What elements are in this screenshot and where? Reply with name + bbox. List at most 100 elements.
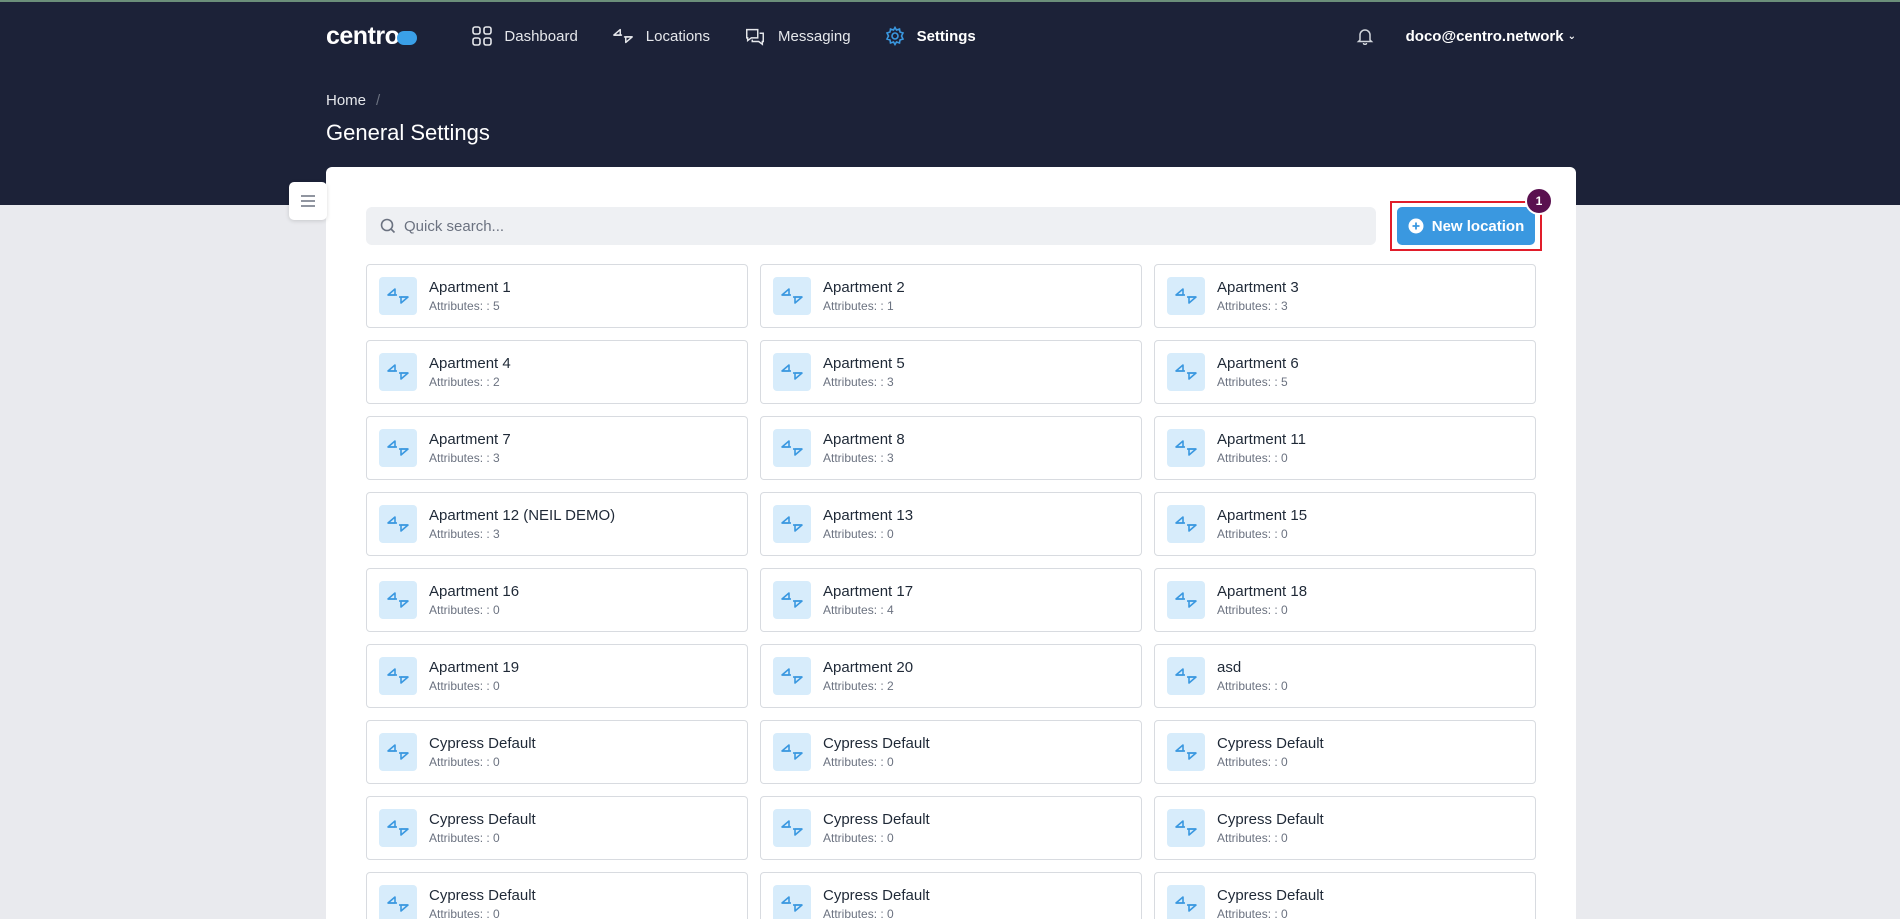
location-card[interactable]: Apartment 12 (NEIL DEMO) Attributes: : 3 [366,492,748,556]
location-name: Apartment 12 (NEIL DEMO) [429,507,616,524]
arrows-icon [387,896,409,912]
location-card[interactable]: Apartment 4 Attributes: : 2 [366,340,748,404]
location-attributes: Attributes: : 2 [429,375,500,389]
breadcrumb-separator: / [376,92,381,109]
arrows-icon [781,288,803,304]
location-name: Apartment 3 [1217,279,1299,296]
new-location-button[interactable]: New location [1397,207,1535,245]
sidebar-toggle-button[interactable] [289,182,327,220]
location-icon-box [773,581,811,619]
location-text: Apartment 2 Attributes: : 1 [823,279,905,313]
location-card[interactable]: Apartment 11 Attributes: : 0 [1154,416,1536,480]
location-card[interactable]: Apartment 3 Attributes: : 3 [1154,264,1536,328]
arrows-icon [387,668,409,684]
logo[interactable]: centro [326,22,418,51]
location-icon-box [379,657,417,695]
arrows-icon [1175,592,1197,608]
location-card[interactable]: asd Attributes: : 0 [1154,644,1536,708]
arrows-icon [387,440,409,456]
location-text: Apartment 18 Attributes: : 0 [1217,583,1307,617]
location-card[interactable]: Cypress Default Attributes: : 0 [366,796,748,860]
location-card[interactable]: Cypress Default Attributes: : 0 [760,796,1142,860]
nav-right: doco@centro.network ⌄ [1356,27,1576,45]
locations-panel: New location 1 Apartment 1 Attributes: :… [326,167,1576,919]
location-card[interactable]: Cypress Default Attributes: : 0 [366,872,748,919]
user-menu[interactable]: doco@centro.network ⌄ [1406,28,1576,45]
location-icon-box [773,809,811,847]
location-text: Apartment 1 Attributes: : 5 [429,279,511,313]
location-text: Apartment 11 Attributes: : 0 [1217,431,1306,465]
location-card[interactable]: Apartment 2 Attributes: : 1 [760,264,1142,328]
location-icon-box [1167,429,1205,467]
location-name: Apartment 19 [429,659,520,676]
location-text: Apartment 7 Attributes: : 3 [429,431,511,465]
location-card[interactable]: Apartment 17 Attributes: : 4 [760,568,1142,632]
location-name: Apartment 7 [429,431,511,448]
location-attributes: Attributes: : 3 [429,451,500,465]
location-attributes: Attributes: : 5 [1217,375,1288,389]
location-card[interactable]: Apartment 15 Attributes: : 0 [1154,492,1536,556]
locations-grid: Apartment 1 Attributes: : 5 Apartment 2 … [366,264,1536,919]
location-card[interactable]: Cypress Default Attributes: : 0 [1154,720,1536,784]
location-attributes: Attributes: : 5 [429,299,500,313]
location-card[interactable]: Apartment 6 Attributes: : 5 [1154,340,1536,404]
nav-label-messaging: Messaging [778,27,851,45]
location-name: Cypress Default [1217,887,1324,904]
location-text: Cypress Default Attributes: : 0 [429,887,536,919]
location-card[interactable]: Cypress Default Attributes: : 0 [760,720,1142,784]
notifications-bell-icon[interactable] [1356,27,1374,45]
location-card[interactable]: Cypress Default Attributes: : 0 [366,720,748,784]
location-attributes: Attributes: : 3 [429,527,500,541]
location-card[interactable]: Apartment 20 Attributes: : 2 [760,644,1142,708]
location-card[interactable]: Apartment 16 Attributes: : 0 [366,568,748,632]
location-card[interactable]: Apartment 8 Attributes: : 3 [760,416,1142,480]
location-text: Apartment 17 Attributes: : 4 [823,583,913,617]
location-name: Apartment 6 [1217,355,1299,372]
location-attributes: Attributes: : 0 [1217,831,1288,845]
nav-item-locations[interactable]: Locations [612,26,710,46]
arrows-icon [1175,364,1197,380]
page-title: General Settings [326,120,490,145]
location-text: Cypress Default Attributes: : 0 [823,735,930,769]
location-card[interactable]: Apartment 19 Attributes: : 0 [366,644,748,708]
new-location-highlight: New location [1390,201,1542,251]
location-card[interactable]: Apartment 13 Attributes: : 0 [760,492,1142,556]
location-attributes: Attributes: : 0 [1217,907,1288,919]
location-text: Cypress Default Attributes: : 0 [1217,887,1324,919]
location-text: Apartment 15 Attributes: : 0 [1217,507,1307,541]
location-card[interactable]: Apartment 5 Attributes: : 3 [760,340,1142,404]
location-name: Apartment 20 [823,659,914,676]
arrows-icon [387,744,409,760]
location-attributes: Attributes: : 0 [429,603,500,617]
location-card[interactable]: Cypress Default Attributes: : 0 [760,872,1142,919]
location-icon-box [1167,505,1205,543]
location-attributes: Attributes: : 0 [429,679,500,693]
location-attributes: Attributes: : 0 [823,907,894,919]
nav-item-dashboard[interactable]: Dashboard [472,26,578,46]
breadcrumb-home[interactable]: Home [326,92,366,109]
location-name: Apartment 5 [823,355,905,372]
search-input[interactable] [404,217,1364,235]
location-card[interactable]: Apartment 7 Attributes: : 3 [366,416,748,480]
location-icon-box [379,885,417,919]
location-card[interactable]: Cypress Default Attributes: : 0 [1154,796,1536,860]
location-text: Apartment 19 Attributes: : 0 [429,659,519,693]
location-icon-box [1167,809,1205,847]
arrows-icon [781,896,803,912]
location-card[interactable]: Apartment 18 Attributes: : 0 [1154,568,1536,632]
location-attributes: Attributes: : 0 [823,831,894,845]
nav-item-settings[interactable]: Settings [885,26,976,46]
arrows-icon [781,592,803,608]
location-text: Cypress Default Attributes: : 0 [1217,811,1324,845]
nav-item-messaging[interactable]: Messaging [744,26,851,46]
location-text: Apartment 5 Attributes: : 3 [823,355,905,389]
location-name: Cypress Default [823,887,930,904]
location-name: Apartment 1 [429,279,511,296]
location-card[interactable]: Apartment 1 Attributes: : 5 [366,264,748,328]
location-icon-box [1167,733,1205,771]
location-icon-box [773,353,811,391]
location-attributes: Attributes: : 0 [1217,603,1288,617]
location-attributes: Attributes: : 0 [1217,451,1288,465]
location-card[interactable]: Cypress Default Attributes: : 0 [1154,872,1536,919]
plus-circle-icon [1408,218,1424,234]
